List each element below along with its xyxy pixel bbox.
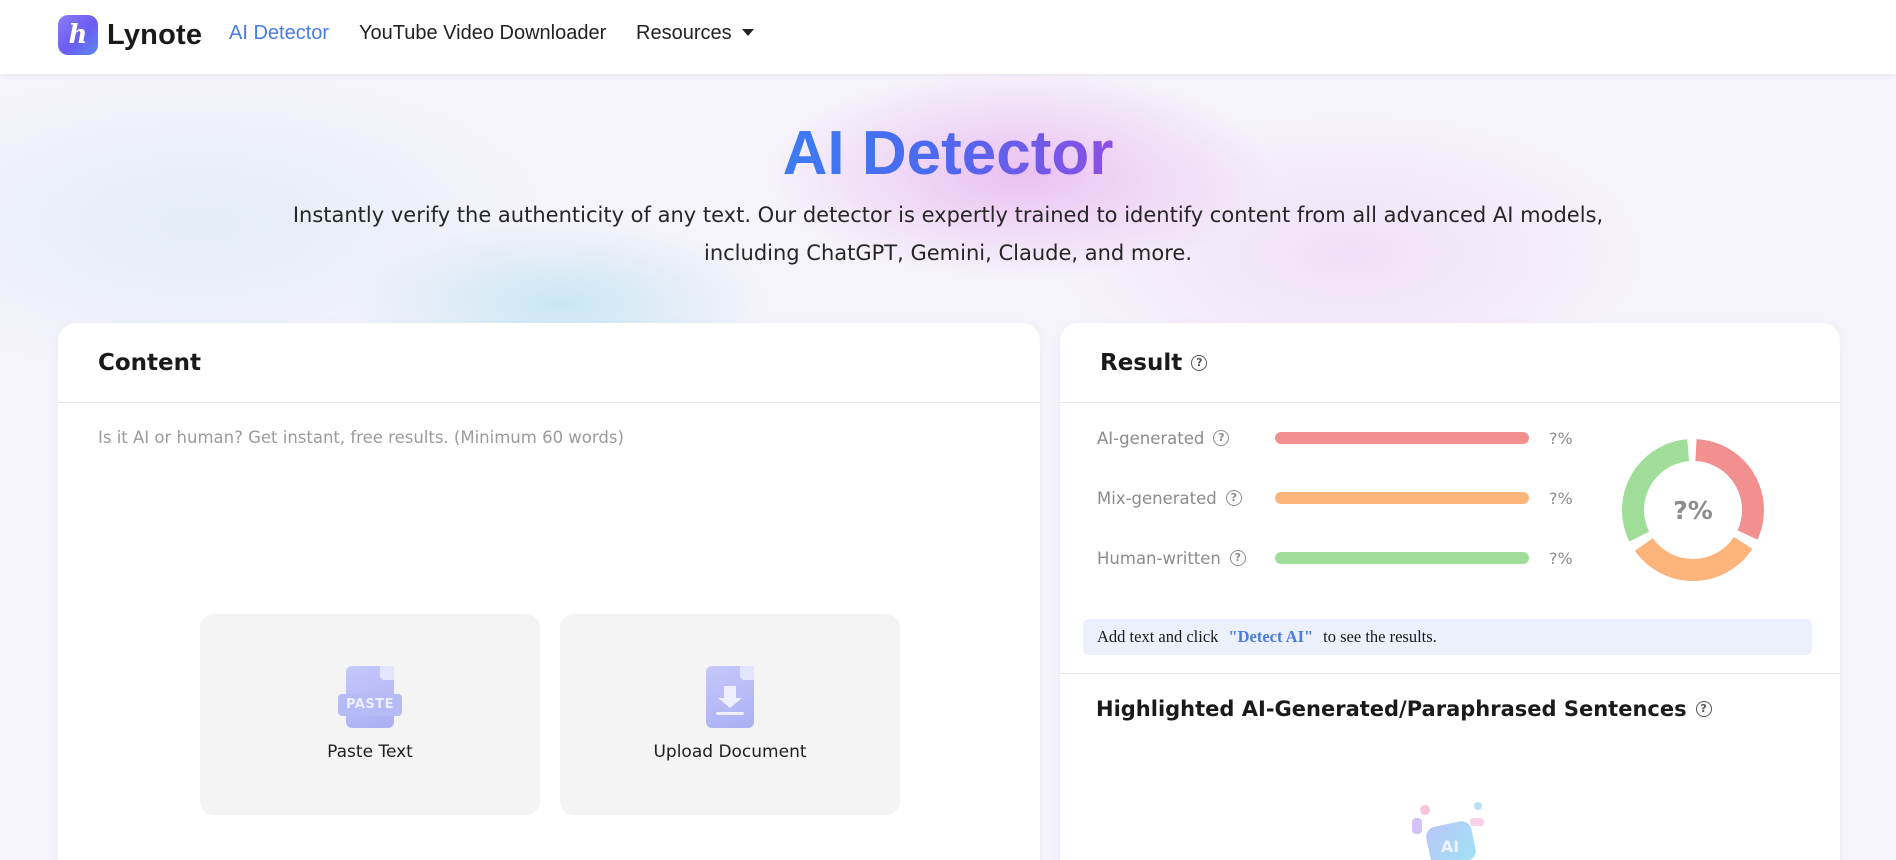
content-text-input[interactable]: Is it AI or human? Get instant, free res… — [98, 428, 624, 447]
result-label-wrap: Human-written ? — [1097, 549, 1275, 568]
result-row-mix-generated: Mix-generated ? ?% — [1097, 486, 1573, 510]
highlighted-sentences-label: Highlighted AI-Generated/Paraphrased Sen… — [1096, 697, 1687, 721]
highlighted-help-icon[interactable]: ? — [1695, 701, 1712, 717]
ai-generated-bar — [1275, 432, 1529, 444]
page-subtitle: Instantly verify the authenticity of any… — [292, 203, 1604, 265]
result-panel-title: Result — [1100, 349, 1183, 376]
result-value: ?% — [1549, 428, 1573, 448]
nav-resources-label: Resources — [636, 22, 732, 44]
result-label: Mix-generated — [1097, 488, 1217, 508]
result-label: Human-written — [1097, 548, 1221, 568]
result-notice: Add text and click "Detect AI" to see the … — [1083, 619, 1812, 655]
result-row-human-written: Human-written ? ?% — [1097, 546, 1573, 570]
paste-text-label: Paste Text — [327, 742, 413, 762]
upload-document-label: Upload Document — [653, 742, 807, 762]
upload-document-icon — [698, 666, 762, 732]
ai-generated-help-icon[interactable]: ? — [1213, 430, 1230, 446]
upload-doc-fold — [740, 666, 754, 680]
notice-keyword: "Detect AI" — [1228, 627, 1314, 646]
download-arrow-stem — [724, 686, 736, 698]
result-label-wrap: AI-generated ? — [1097, 429, 1275, 448]
human-written-bar — [1275, 552, 1529, 564]
paste-doc-fold — [380, 666, 394, 680]
notice-prefix: Add text and click — [1097, 627, 1219, 646]
download-arrow-head — [718, 698, 742, 708]
result-value: ?% — [1549, 488, 1573, 508]
brand-name: Lynote — [107, 18, 203, 51]
result-help-icon[interactable]: ? — [1191, 354, 1208, 371]
top-navigation: h Lynote AI Detector YouTube Video Downl… — [0, 0, 1896, 74]
nav-link-ai-detector[interactable]: AI Detector — [229, 22, 329, 45]
result-donut-chart: ?% — [1622, 439, 1764, 581]
ai-illustration-text: AI — [1441, 837, 1459, 856]
result-row-ai-generated: AI-generated ? ?% — [1097, 426, 1573, 450]
ai-illustration-icon: AI — [1412, 802, 1484, 860]
nav-link-resources[interactable]: Resources — [636, 22, 754, 45]
paste-icon-tag: PASTE — [338, 694, 402, 716]
mix-generated-help-icon[interactable]: ? — [1225, 490, 1242, 506]
content-panel-header: Content — [58, 323, 1040, 403]
download-baseline — [716, 712, 744, 715]
result-panel-header: Result ? — [1060, 323, 1840, 403]
paste-text-button[interactable]: PASTE Paste Text — [200, 614, 540, 815]
lynote-logo-icon: h — [58, 15, 98, 55]
result-divider — [1060, 673, 1840, 674]
result-label-wrap: Mix-generated ? — [1097, 489, 1275, 508]
chevron-down-icon — [741, 29, 754, 36]
nav-link-youtube-downloader[interactable]: YouTube Video Downloader — [359, 22, 606, 45]
result-label: AI-generated — [1097, 428, 1205, 448]
content-panel: Content Is it AI or human? Get instant, … — [58, 323, 1040, 860]
mix-generated-bar — [1275, 492, 1529, 504]
notice-suffix: to see the results. — [1323, 627, 1437, 646]
content-panel-title: Content — [98, 349, 202, 376]
result-panel: Result ? AI-generated ? ?% Mix-generated… — [1060, 323, 1840, 860]
page-title: AI Detector — [0, 118, 1896, 190]
donut-center-label: ?% — [1673, 496, 1713, 525]
human-written-help-icon[interactable]: ? — [1229, 550, 1246, 566]
result-value: ?% — [1549, 548, 1573, 568]
page-title-text: AI Detector — [782, 119, 1114, 188]
brand-logo[interactable]: h Lynote — [58, 15, 202, 55]
upload-document-button[interactable]: Upload Document — [560, 614, 900, 815]
highlighted-sentences-title: Highlighted AI-Generated/Paraphrased Sen… — [1096, 697, 1712, 721]
paste-icon: PASTE — [338, 666, 402, 732]
